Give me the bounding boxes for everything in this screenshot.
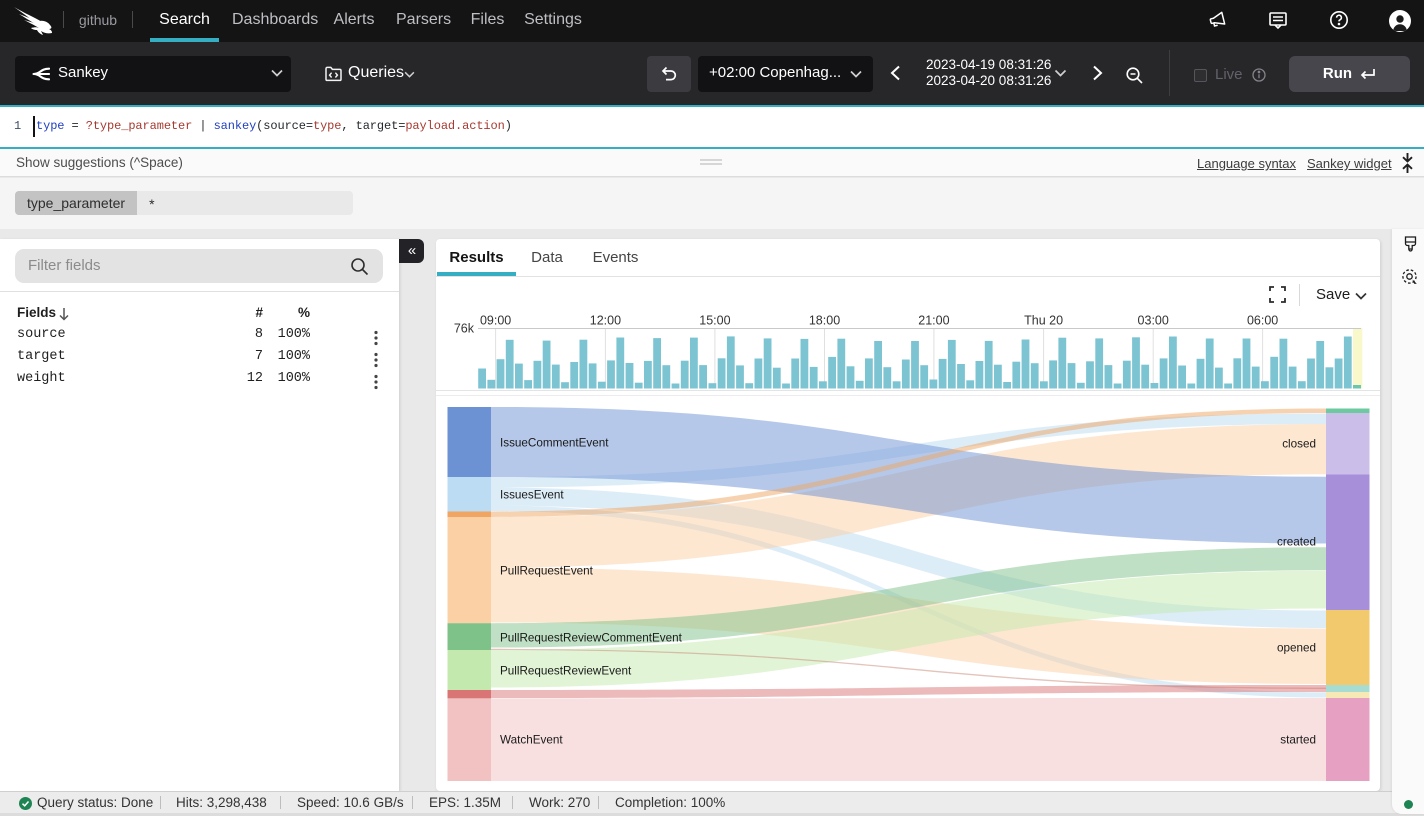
svg-text:03:00: 03:00 — [1138, 314, 1169, 328]
svg-text:PullRequestEvent: PullRequestEvent — [500, 565, 594, 578]
svg-text:PullRequestReviewEvent: PullRequestReviewEvent — [500, 665, 632, 678]
svg-text:09:00: 09:00 — [480, 314, 511, 328]
svg-text:76k: 76k — [454, 322, 475, 336]
svg-text:created: created — [1277, 536, 1316, 549]
svg-text:15:00: 15:00 — [699, 314, 730, 328]
svg-text:18:00: 18:00 — [809, 314, 840, 328]
svg-text:IssuesEvent: IssuesEvent — [500, 489, 564, 502]
svg-text:06:00: 06:00 — [1247, 314, 1278, 328]
svg-text:Thu 20: Thu 20 — [1024, 314, 1063, 328]
svg-text:21:00: 21:00 — [918, 314, 949, 328]
svg-text:started: started — [1280, 734, 1316, 747]
svg-text:opened: opened — [1277, 642, 1316, 655]
svg-text:IssueCommentEvent: IssueCommentEvent — [500, 437, 609, 450]
svg-text:12:00: 12:00 — [590, 314, 621, 328]
svg-text:WatchEvent: WatchEvent — [500, 734, 563, 747]
svg-text:closed: closed — [1282, 438, 1316, 451]
svg-text:PullRequestReviewCommentEvent: PullRequestReviewCommentEvent — [500, 632, 683, 645]
